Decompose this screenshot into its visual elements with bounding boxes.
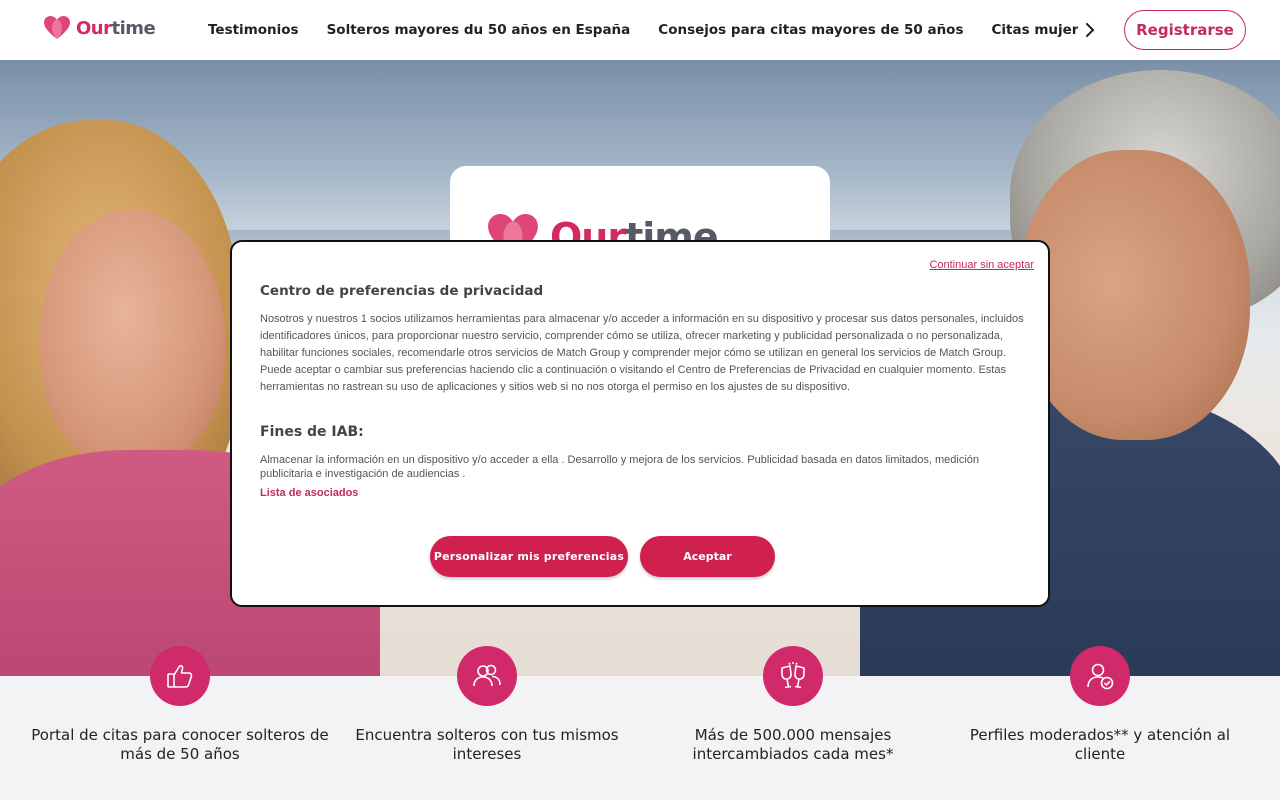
feature-text: Más de 500.000 mensajes intercambiados c… [692, 726, 894, 763]
iab-purposes-title: Fines de IAB: [260, 424, 364, 440]
main-nav: Testimonios Solteros mayores du 50 años … [208, 0, 1078, 60]
partners-list-link[interactable]: Lista de asociados [260, 487, 358, 499]
nav-link-consejos[interactable]: Consejos para citas mayores de 50 años [658, 22, 963, 38]
heart-logo-icon [44, 16, 70, 39]
nav-link-citas-mujeres[interactable]: Citas mujeres mayores de 50 [992, 22, 1079, 38]
privacy-consent-dialog: Continuar sin aceptar Centro de preferen… [230, 240, 1050, 607]
champagne-glasses-icon [763, 646, 823, 706]
feature-text: Perfiles moderados** y atención al clien… [969, 726, 1231, 763]
accept-button[interactable]: Aceptar [640, 536, 775, 577]
feature-text: Encuentra solteros con tus mismos intere… [355, 726, 619, 763]
verified-user-icon [1070, 646, 1130, 706]
thumbs-up-icon [150, 646, 210, 706]
ourtime-logo[interactable]: Ourtime [44, 16, 156, 40]
continue-without-accepting-link[interactable]: Continuar sin aceptar [929, 259, 1034, 271]
site-header: Ourtime Testimonios Solteros mayores du … [0, 0, 1280, 60]
nav-link-testimonios[interactable]: Testimonios [208, 22, 299, 38]
logo-text: Ourtime [76, 17, 156, 39]
consent-body: Nosotros y nuestros 1 socios utilizamos … [260, 313, 1024, 393]
feature-text: Portal de citas para conocer solteros de… [31, 726, 329, 763]
nav-link-solteros[interactable]: Solteros mayores du 50 años en España [327, 22, 631, 38]
register-button[interactable]: Registrarse [1124, 10, 1246, 50]
people-icon [457, 646, 517, 706]
features-section: Portal de citas para conocer solteros de… [0, 646, 1280, 800]
iab-purposes-text: Almacenar la información en un dispositi… [260, 454, 980, 480]
customize-preferences-button[interactable]: Personalizar mis preferencias [430, 536, 628, 577]
chevron-right-icon[interactable] [1080, 19, 1100, 41]
consent-title: Centro de preferencias de privacidad [260, 283, 544, 299]
